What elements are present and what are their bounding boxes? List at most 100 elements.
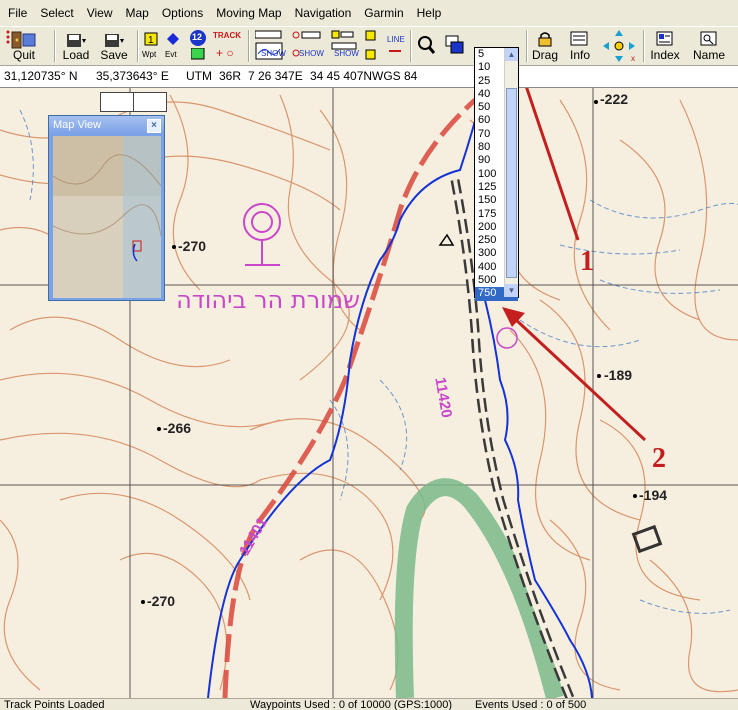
show-waypoints-button[interactable]: SHOW bbox=[289, 28, 325, 64]
scroll-up-icon[interactable]: ▲ bbox=[505, 48, 518, 61]
window-button[interactable] bbox=[442, 28, 468, 64]
status-left: Track Points Loaded bbox=[4, 699, 105, 710]
utm-easting: 7 26 347E bbox=[248, 69, 303, 83]
show-track-button[interactable]: SHOW bbox=[251, 28, 287, 64]
load-label: Load bbox=[62, 48, 90, 62]
drag-button[interactable]: Drag bbox=[529, 28, 561, 64]
utm-label: UTM bbox=[186, 69, 212, 83]
show-events-button[interactable]: SHOW bbox=[328, 28, 360, 64]
status-bar: Track Points Loaded Waypoints Used : 0 o… bbox=[0, 698, 738, 710]
map-view-thumbnail[interactable] bbox=[53, 136, 161, 298]
menu-help[interactable]: Help bbox=[409, 6, 447, 20]
save-label: Save bbox=[100, 48, 128, 62]
info-label: Info bbox=[569, 48, 590, 62]
menu-navigation[interactable]: Navigation bbox=[287, 6, 357, 20]
annotation-label-1: 1 bbox=[580, 246, 594, 277]
status-waypoints: Waypoints Used : 0 of 10000 (GPS:1000) bbox=[250, 699, 452, 710]
show3-label: SHOW bbox=[334, 49, 359, 58]
separator bbox=[410, 30, 412, 62]
menu-moving-map[interactable]: Moving Map bbox=[208, 6, 286, 20]
menu-map[interactable]: Map bbox=[118, 6, 154, 20]
track-label: TRACK bbox=[213, 31, 241, 40]
line-button[interactable]: LINE bbox=[362, 28, 408, 64]
save-disk-icon bbox=[105, 34, 124, 47]
line-label: LINE bbox=[387, 35, 405, 44]
map-view-window[interactable]: Map View × bbox=[48, 115, 165, 301]
separator bbox=[248, 30, 250, 62]
coordinate-bar: 31,120735° N 35,373643° E UTM 36R 7 26 3… bbox=[0, 66, 738, 88]
index-list-icon bbox=[656, 31, 673, 46]
menu-view[interactable]: View bbox=[79, 6, 118, 20]
datum-readout: WGS 84 bbox=[372, 69, 418, 83]
blank-tab bbox=[133, 92, 167, 112]
name-label: Name bbox=[692, 48, 725, 62]
lock-icon bbox=[538, 32, 552, 47]
info-card-icon bbox=[570, 31, 588, 46]
index-button[interactable]: Index bbox=[647, 28, 683, 64]
pan-button[interactable]: x bbox=[598, 28, 640, 64]
separator bbox=[137, 30, 139, 62]
svg-text:x: x bbox=[631, 54, 635, 63]
drag-label: Drag bbox=[531, 48, 558, 62]
longitude-readout: 35,373643° E bbox=[96, 69, 169, 83]
track-badge-label: 12 bbox=[192, 32, 203, 42]
svg-text:1: 1 bbox=[148, 35, 154, 46]
info-button[interactable]: Info bbox=[565, 28, 595, 64]
pan-arrows-icon: x bbox=[603, 30, 635, 63]
elevation-label: -270 bbox=[147, 593, 176, 609]
name-search-icon bbox=[700, 31, 717, 46]
elevation-label: -266 bbox=[163, 420, 192, 436]
show2-label: SHOW bbox=[299, 49, 324, 58]
annotation-arrow-1 bbox=[525, 88, 580, 241]
elevation-label: -194 bbox=[639, 487, 668, 503]
triangle-symbol bbox=[438, 233, 455, 246]
blank-tab bbox=[100, 92, 134, 112]
track-button[interactable]: TRACK + ○ bbox=[213, 28, 245, 64]
index-label: Index bbox=[650, 48, 680, 62]
show1-label: SHOW bbox=[261, 49, 286, 58]
track-number-button[interactable]: 12 bbox=[186, 28, 210, 64]
menu-garmin[interactable]: Garmin bbox=[356, 6, 408, 20]
toolbar: Quit Load Save 1 Wpt Evt 12 TRACK + ○ SH… bbox=[0, 26, 738, 72]
separator bbox=[643, 30, 645, 62]
red-dots-icon bbox=[6, 30, 10, 44]
menu-bar: File Select View Map Options Moving Map … bbox=[0, 0, 738, 26]
evt-label: Evt bbox=[165, 50, 177, 59]
utm-zone: 36R bbox=[219, 69, 242, 83]
name-button[interactable]: Name bbox=[689, 28, 729, 64]
menu-options[interactable]: Options bbox=[154, 6, 208, 20]
scroll-thumb[interactable] bbox=[506, 88, 517, 278]
elevation-label: -189 bbox=[604, 367, 633, 383]
magenta-circle bbox=[496, 327, 518, 349]
separator bbox=[526, 30, 528, 62]
plus-circle-icon: + ○ bbox=[216, 46, 234, 60]
elevation-label: -270 bbox=[178, 238, 207, 254]
scroll-down-icon[interactable]: ▼ bbox=[505, 284, 518, 297]
separator bbox=[54, 30, 56, 62]
menu-file[interactable]: File bbox=[0, 6, 32, 20]
magnifier-icon bbox=[418, 36, 436, 54]
waypoint-flag-icon: 1 bbox=[144, 32, 158, 46]
thumbnail-map bbox=[53, 136, 161, 298]
windows-icon bbox=[445, 35, 464, 54]
event-button[interactable]: Evt bbox=[163, 28, 183, 64]
waypoint-button[interactable]: 1 Wpt bbox=[141, 28, 161, 64]
load-button[interactable]: Load bbox=[58, 28, 94, 64]
save-button[interactable]: Save bbox=[96, 28, 132, 64]
tree-symbol bbox=[243, 203, 281, 266]
diamond-icon bbox=[167, 33, 179, 45]
menu-select[interactable]: Select bbox=[32, 6, 78, 20]
wpt-label: Wpt bbox=[142, 50, 157, 59]
exit-icon bbox=[11, 31, 36, 49]
status-events: Events Used : 0 of 500 bbox=[475, 699, 587, 710]
green-square-icon bbox=[191, 48, 205, 60]
zoom-button[interactable] bbox=[414, 28, 438, 64]
utm-northing: 34 45 407N bbox=[310, 69, 373, 83]
zoom-dropdown-list[interactable]: 5 10 25 40 50 60 70 80 90 100 125 150 17… bbox=[474, 47, 519, 301]
annotation-label-2: 2 bbox=[652, 443, 666, 474]
close-icon[interactable]: × bbox=[147, 119, 161, 133]
elevation-label: -222 bbox=[600, 91, 629, 107]
dropdown-scrollbar[interactable]: ▲ ▼ bbox=[504, 48, 518, 297]
latitude-readout: 31,120735° N bbox=[4, 69, 78, 83]
red-dots-marker bbox=[2, 28, 14, 64]
